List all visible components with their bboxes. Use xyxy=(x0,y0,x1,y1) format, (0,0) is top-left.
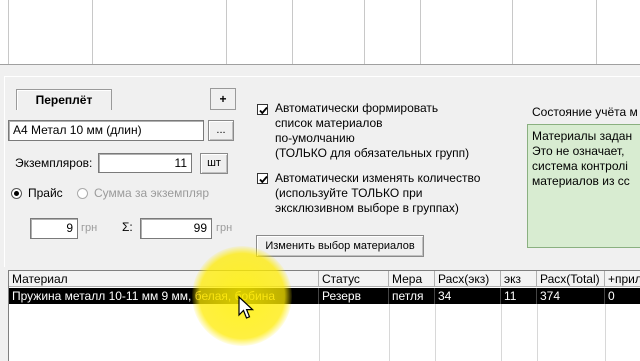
column-divider xyxy=(605,304,606,361)
column-header-status[interactable]: Статус xyxy=(319,271,389,287)
column-divider xyxy=(537,304,538,361)
auto-form-label: Автоматически формировать список материа… xyxy=(275,101,469,161)
sigma-label: Σ: xyxy=(122,220,133,234)
auto-quantity-line: эксклюзивном выборе в группах) xyxy=(275,201,459,215)
cell-total: 374 xyxy=(537,288,605,304)
column-divider xyxy=(319,304,320,361)
status-line: система контролі xyxy=(532,159,628,173)
price-radio[interactable] xyxy=(11,188,22,199)
cell-unit: петля xyxy=(389,288,435,304)
browse-button[interactable]: ... xyxy=(208,120,234,141)
auto-form-checkbox[interactable] xyxy=(257,104,268,115)
top-grid[interactable] xyxy=(0,0,640,65)
grid-column-divider xyxy=(420,0,421,64)
materials-table[interactable]: Материал Статус Мера Расх(экз) экз Расх(… xyxy=(8,270,640,361)
grid-column-divider xyxy=(364,0,365,64)
cell-per-copy: 34 xyxy=(435,288,501,304)
grid-column-divider xyxy=(596,0,597,64)
auto-form-line: список материалов xyxy=(275,116,383,130)
auto-form-line: по-умолчанию xyxy=(275,131,355,145)
auto-quantity-label: Автоматически изменять количество (испол… xyxy=(275,171,480,216)
status-title: Состояние учёта м xyxy=(532,105,638,119)
column-divider xyxy=(501,304,502,361)
status-line: Это не означает, xyxy=(532,144,625,158)
grid-column-divider xyxy=(226,0,227,64)
column-header-copies[interactable]: экз xyxy=(501,271,537,287)
binding-type-field[interactable]: А4 Метал 10 мм (длин) xyxy=(8,120,204,141)
auto-quantity-line: (используйте ТОЛЬКО при xyxy=(275,186,423,200)
sum-radio-label: Сумма за экземпляр xyxy=(94,186,210,200)
sigma-input[interactable]: 99 xyxy=(140,218,212,239)
grid-column-divider xyxy=(92,0,93,64)
grid-column-divider xyxy=(8,0,9,64)
sigma-unit: грн xyxy=(216,222,233,234)
sum-radio[interactable] xyxy=(77,188,88,199)
price-radio-label: Прайс xyxy=(28,186,63,200)
auto-form-line: Автоматически формировать xyxy=(275,101,439,115)
checkmark-icon xyxy=(259,175,268,184)
change-materials-button[interactable]: Изменить выбор материалов xyxy=(256,235,424,257)
status-line: Материалы задан xyxy=(532,129,633,143)
tab-binding[interactable]: Переплёт xyxy=(16,89,112,110)
column-divider xyxy=(389,304,390,361)
material-name: Пружина металл 10-11 мм 9 мм, xyxy=(12,289,195,303)
column-divider xyxy=(435,304,436,361)
add-binding-button[interactable]: + xyxy=(210,88,236,110)
grid-column-divider xyxy=(512,0,513,64)
copies-input[interactable]: 11 xyxy=(98,153,192,173)
table-row[interactable]: Пружина металл 10-11 мм 9 мм, белая, боб… xyxy=(9,288,640,304)
status-box: Материалы задан Это не означает, система… xyxy=(527,124,640,248)
status-line: материалов из сс xyxy=(532,174,630,188)
auto-quantity-line: Автоматически изменять количество xyxy=(275,171,481,185)
copies-label: Экземпляров: xyxy=(15,156,93,170)
cell-extra: 0 xyxy=(608,289,615,303)
column-header-total[interactable]: Расх(Total) xyxy=(537,271,605,287)
auto-quantity-checkbox[interactable] xyxy=(257,173,268,184)
mouse-pointer-icon xyxy=(238,296,254,319)
price-input[interactable]: 9 xyxy=(30,218,78,239)
column-header-per-copy[interactable]: Расх(экз) xyxy=(435,271,501,287)
cell-copies: 11 xyxy=(501,288,537,304)
grid-column-divider xyxy=(292,0,293,64)
price-unit: грн xyxy=(81,222,98,234)
auto-form-line: (ТОЛЬКО для обязательных групп) xyxy=(275,146,470,160)
column-header-extra[interactable]: +прил xyxy=(605,271,640,287)
column-header-unit[interactable]: Мера xyxy=(389,271,435,287)
checkmark-icon xyxy=(259,106,268,115)
cell-status: Резерв xyxy=(319,288,389,304)
copies-unit-button[interactable]: шт xyxy=(200,153,228,174)
